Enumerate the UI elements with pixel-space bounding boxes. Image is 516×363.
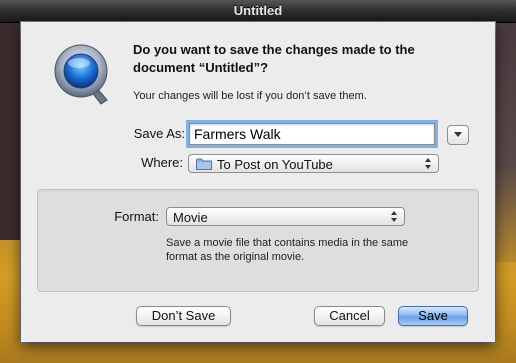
- background-video-edge: [496, 22, 516, 262]
- save-as-input[interactable]: [189, 123, 435, 145]
- where-label: Where:: [141, 155, 183, 170]
- cancel-button[interactable]: Cancel: [314, 306, 385, 326]
- format-value: Movie: [173, 210, 208, 225]
- dont-save-button[interactable]: Don’t Save: [136, 306, 231, 326]
- save-changes-sheet: Do you want to save the changes made to …: [21, 22, 495, 342]
- window-titlebar[interactable]: Untitled: [0, 0, 516, 23]
- expand-browser-button[interactable]: [447, 125, 469, 145]
- popup-arrows-icon: [425, 158, 432, 169]
- format-description: Save a movie file that contains media in…: [166, 237, 409, 263]
- popup-arrows-icon: [391, 211, 398, 222]
- dialog-heading: Do you want to save the changes made to …: [133, 42, 415, 75]
- disclosure-triangle-icon: [454, 132, 462, 137]
- format-label: Format:: [114, 209, 159, 224]
- where-popup[interactable]: To Post on YouTube: [188, 154, 439, 173]
- dialog-subtext: Your changes will be lost if you don’t s…: [133, 90, 367, 102]
- save-button[interactable]: Save: [398, 306, 468, 326]
- window-title: Untitled: [233, 3, 283, 18]
- format-popup[interactable]: Movie: [166, 207, 405, 226]
- save-as-label: Save As:: [133, 126, 185, 141]
- quicktime-icon: [54, 44, 108, 105]
- folder-icon: [196, 158, 212, 170]
- where-value: To Post on YouTube: [217, 157, 333, 172]
